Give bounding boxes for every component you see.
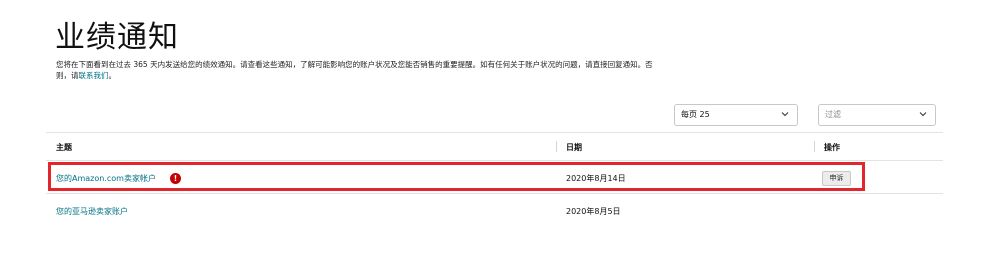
chevron-down-icon (781, 112, 789, 117)
row2-subject-link[interactable]: 您的亚马逊卖家账户 (56, 206, 128, 217)
chevron-down-icon (919, 112, 927, 117)
header-subject: 主题 (56, 143, 72, 152)
filter-select[interactable]: 过滤 (818, 104, 936, 126)
description-end: 。 (108, 70, 117, 80)
row2-date: 2020年8月5日 (566, 207, 621, 216)
per-page-select[interactable]: 每页 25 (674, 104, 798, 126)
page-title: 业绩通知 (55, 20, 179, 55)
header-action: 操作 (824, 143, 840, 152)
column-divider (556, 141, 557, 152)
contact-us-link[interactable]: 联系我们 (79, 71, 109, 80)
per-page-value: 每页 25 (681, 110, 710, 119)
header-bottom-border (46, 160, 943, 161)
column-divider (814, 141, 815, 152)
header-date: 日期 (566, 143, 582, 152)
page-description: 您将在下面看到在过去 365 天内发送给您的绩效通知。请查看这些通知，了解可能影… (56, 60, 656, 81)
table-top-border (46, 132, 943, 133)
description-text: 您将在下面看到在过去 365 天内发送给您的绩效通知。请查看这些通知，了解可能影… (56, 60, 653, 80)
filter-placeholder: 过滤 (825, 110, 841, 119)
row-divider (46, 193, 943, 194)
highlight-box (48, 162, 865, 191)
